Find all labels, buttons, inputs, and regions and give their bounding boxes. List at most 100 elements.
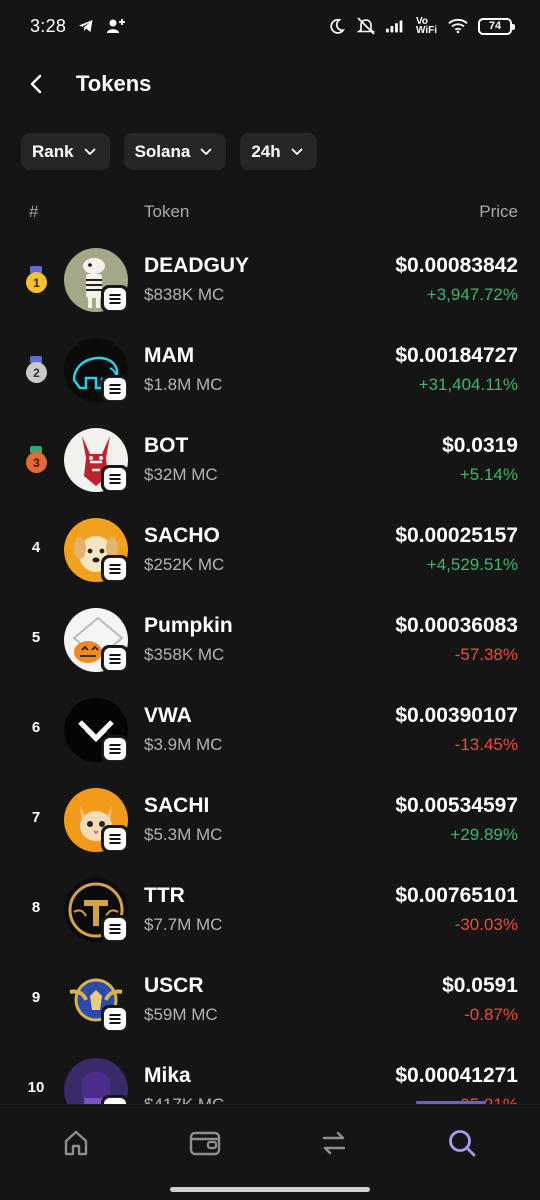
token-price: $0.00036083 xyxy=(395,614,518,637)
wallet-icon xyxy=(189,1131,221,1156)
solana-badge-icon xyxy=(101,1005,129,1033)
chevron-down-icon xyxy=(200,148,212,155)
token-name: Pumpkin xyxy=(144,614,233,637)
token-name: Mika xyxy=(144,1064,191,1087)
token-row[interactable]: 3 BOT $32M MC $0.0319 +5.14% xyxy=(0,416,540,506)
token-price: $0.00025157 xyxy=(395,524,518,547)
token-rank: 7 xyxy=(31,809,41,826)
status-time: 3:28 xyxy=(30,15,67,36)
token-row[interactable]: 4 SACHO $252K MC $0.00025157 +4,529.51% xyxy=(0,506,540,596)
solana-badge-icon xyxy=(101,375,129,403)
gold-medal-icon: 1 xyxy=(24,266,48,294)
token-name: VWA xyxy=(144,704,192,727)
bronze-medal-icon: 3 xyxy=(24,446,48,474)
token-name: BOT xyxy=(144,434,189,457)
token-row[interactable]: 5 Pumpkin $358K MC $0.00036083 -57.38% xyxy=(0,596,540,686)
bell-muted-icon xyxy=(356,17,376,35)
token-list: 1 DEADGUY $838K MC $0.00083842 +3,947.72… xyxy=(0,236,540,1104)
bottom-navigation xyxy=(0,1104,540,1200)
signal-icon xyxy=(386,17,406,35)
solana-badge-icon xyxy=(101,735,129,763)
chevron-down-icon xyxy=(84,148,95,155)
chain-filter[interactable]: Solana xyxy=(123,133,227,170)
token-price: $0.0591 xyxy=(442,974,518,997)
token-row[interactable]: 9 USCR $59M MC $0.0591 -0.87% xyxy=(0,956,540,1046)
token-name: SACHO xyxy=(144,524,220,547)
token-market-cap: $7.7M MC xyxy=(144,915,223,934)
token-change: +31,404.11% xyxy=(418,375,518,394)
token-row[interactable]: 2 MAM $1.8M MC $0.00184727 +31,404.11% xyxy=(0,326,540,416)
home-icon xyxy=(64,1130,88,1156)
token-rank: 8 xyxy=(31,899,41,916)
token-change: +3,947.72% xyxy=(426,285,518,304)
nav-swap[interactable] xyxy=(316,1125,352,1161)
search-icon xyxy=(449,1130,476,1157)
token-rank: 5 xyxy=(31,629,41,646)
chevron-down-icon xyxy=(291,148,303,155)
token-column-header: Token xyxy=(144,202,190,221)
home-indicator[interactable] xyxy=(170,1187,370,1192)
token-row[interactable]: 8 TTR $7.7M MC $0.00765101 -30.03% xyxy=(0,866,540,956)
solana-badge-icon xyxy=(101,555,129,583)
token-change: +4,529.51% xyxy=(426,555,518,574)
token-change: +5.14% xyxy=(459,465,518,484)
solana-badge-icon xyxy=(101,465,129,493)
chain-filter-label: Solana xyxy=(134,141,191,161)
token-change: +29.89% xyxy=(450,825,518,844)
solana-badge-icon xyxy=(101,645,129,673)
token-market-cap: $1.8M MC xyxy=(144,375,223,394)
token-price: $0.00765101 xyxy=(395,884,518,907)
token-price: $0.00390107 xyxy=(395,704,518,727)
token-change: -0.87% xyxy=(464,1005,518,1024)
silver-medal-icon: 2 xyxy=(24,356,48,384)
token-market-cap: $838K MC xyxy=(144,285,225,304)
token-price: $0.0319 xyxy=(442,434,518,457)
solana-badge-icon xyxy=(101,915,129,943)
price-column-header[interactable]: Price xyxy=(479,202,518,222)
token-row[interactable]: 7 SACHI $5.3M MC $0.00534597 +29.89% xyxy=(0,776,540,866)
back-button[interactable] xyxy=(24,72,48,96)
timeframe-filter[interactable]: 24h xyxy=(240,133,317,170)
token-market-cap: $252K MC xyxy=(144,555,225,574)
token-market-cap: $358K MC xyxy=(144,645,225,664)
chevron-left-icon xyxy=(30,74,42,94)
swap-icon xyxy=(322,1131,346,1155)
token-name: DEADGUY xyxy=(144,254,250,277)
solana-badge-icon xyxy=(101,1095,129,1104)
timeframe-filter-label: 24h xyxy=(251,141,281,161)
token-market-cap: $59M MC xyxy=(144,1005,218,1024)
nav-search[interactable] xyxy=(444,1125,480,1161)
add-user-icon xyxy=(106,17,126,35)
token-rank: 4 xyxy=(31,539,41,556)
nav-home[interactable] xyxy=(58,1125,94,1161)
token-name: SACHI xyxy=(144,794,210,817)
token-market-cap: $5.3M MC xyxy=(144,825,223,844)
token-row[interactable]: 10 Mika $417K MC $0.00041271 -95.21% xyxy=(0,1046,540,1104)
status-bar: 3:28 Vo WiFi 74 xyxy=(0,0,540,52)
battery-level: 74 xyxy=(488,20,502,32)
token-name: MAM xyxy=(144,344,195,367)
token-change: -13.45% xyxy=(454,735,518,754)
solana-badge-icon xyxy=(101,285,129,313)
token-name: USCR xyxy=(144,974,204,997)
token-rank: 6 xyxy=(31,719,41,736)
token-row[interactable]: 1 DEADGUY $838K MC $0.00083842 +3,947.72… xyxy=(0,236,540,326)
token-row[interactable]: 6 VWA $3.9M MC $0.00390107 -13.45% xyxy=(0,686,540,776)
app-header: Tokens xyxy=(0,60,540,108)
rank-column-header: # xyxy=(29,202,39,221)
wifi-icon xyxy=(448,17,468,35)
token-price: $0.00083842 xyxy=(395,254,518,277)
rank-filter[interactable]: Rank xyxy=(21,133,110,170)
token-price: $0.00041271 xyxy=(395,1064,518,1087)
column-headers: # Token Price xyxy=(0,202,540,228)
token-change: -30.03% xyxy=(454,915,518,934)
token-change: -57.38% xyxy=(454,645,518,664)
filter-bar: Rank Solana 24h xyxy=(21,133,317,170)
token-name: TTR xyxy=(144,884,185,907)
nav-wallet[interactable] xyxy=(187,1125,223,1161)
token-market-cap: $3.9M MC xyxy=(144,735,223,754)
token-market-cap: $32M MC xyxy=(144,465,218,484)
battery-indicator: 74 xyxy=(478,17,515,35)
token-rank: 10 xyxy=(27,1079,45,1096)
moon-icon xyxy=(326,17,346,35)
